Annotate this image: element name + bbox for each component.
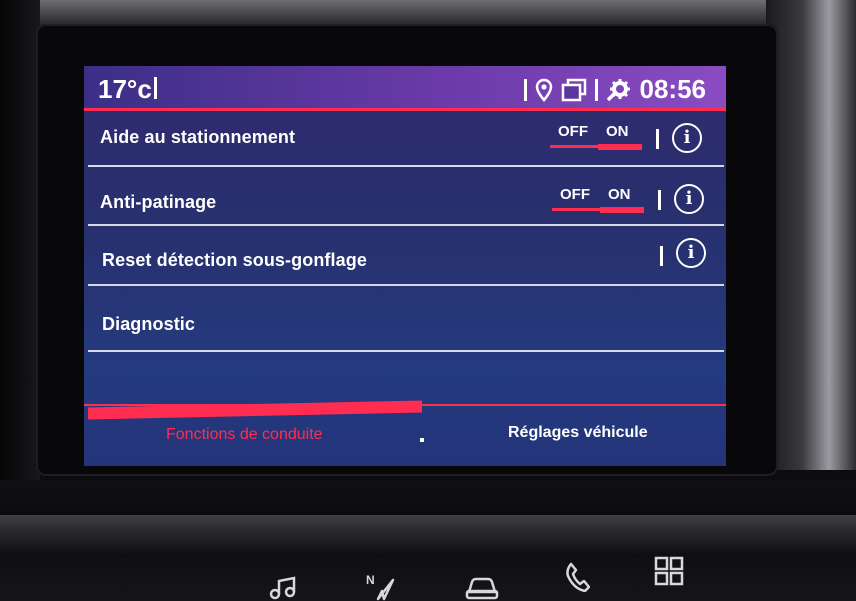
touchscreen: 17°c 08:56 Aide au stationnement OFF ON … xyxy=(84,66,726,466)
screens-icon[interactable] xyxy=(561,78,587,102)
info-icon[interactable]: i xyxy=(672,123,702,153)
tab-drive-functions[interactable]: Fonctions de conduite xyxy=(166,426,323,444)
row-divider xyxy=(88,284,724,286)
toggle-thumb xyxy=(598,144,642,150)
setting-label: Aide au stationnement xyxy=(100,127,296,147)
toggle-off-label[interactable]: OFF xyxy=(560,186,590,203)
status-separator xyxy=(154,77,157,99)
temperature-readout: 17°c xyxy=(98,74,152,104)
status-bar: 17°c 08:56 xyxy=(84,66,726,110)
info-icon[interactable]: i xyxy=(674,184,704,214)
row-divider xyxy=(88,224,724,226)
setting-row-tyre-reset[interactable]: Reset détection sous-gonflage i xyxy=(84,230,726,286)
status-separator xyxy=(523,78,527,101)
bezel-right xyxy=(766,0,856,470)
setting-row-traction-control[interactable]: Anti-patinage OFF ON i xyxy=(84,170,726,226)
toggle-on-label[interactable]: ON xyxy=(608,186,631,203)
svg-text:N: N xyxy=(366,573,375,587)
bezel-left xyxy=(0,0,40,520)
row-separator xyxy=(658,190,661,210)
setting-label: Diagnostic xyxy=(102,314,196,334)
toggle-thumb xyxy=(600,207,644,213)
row-separator xyxy=(656,129,659,149)
toggle-on-label[interactable]: ON xyxy=(606,123,629,140)
location-icon[interactable] xyxy=(535,78,553,102)
music-icon[interactable] xyxy=(268,576,298,601)
apps-grid-icon[interactable] xyxy=(654,556,684,586)
info-icon[interactable]: i xyxy=(676,238,706,268)
clock: 08:56 xyxy=(639,74,707,104)
settings-gear-icon[interactable] xyxy=(606,78,632,102)
row-separator xyxy=(660,246,663,266)
traction-control-toggle[interactable]: OFF ON xyxy=(552,186,644,216)
navigation-icon[interactable]: N xyxy=(366,572,396,601)
setting-row-diagnostic[interactable]: Diagnostic xyxy=(84,290,726,352)
status-separator xyxy=(594,78,598,101)
status-right: 08:56 xyxy=(523,74,707,105)
parking-aid-toggle[interactable]: OFF ON xyxy=(550,123,642,153)
setting-label: Anti-patinage xyxy=(100,192,217,212)
page-dot xyxy=(420,438,424,442)
row-divider xyxy=(88,165,724,167)
tab-vehicle-settings[interactable]: Réglages véhicule xyxy=(508,424,648,442)
setting-label: Reset détection sous-gonflage xyxy=(102,250,367,270)
row-divider xyxy=(88,350,724,352)
phone-icon[interactable] xyxy=(564,562,590,592)
setting-row-parking-aid[interactable]: Aide au stationnement OFF ON i xyxy=(84,111,726,167)
car-icon[interactable] xyxy=(464,574,500,601)
tab-bar: Fonctions de conduite Réglages véhicule xyxy=(84,384,726,466)
trim-reflection xyxy=(0,515,856,555)
toggle-off-label[interactable]: OFF xyxy=(558,123,588,140)
